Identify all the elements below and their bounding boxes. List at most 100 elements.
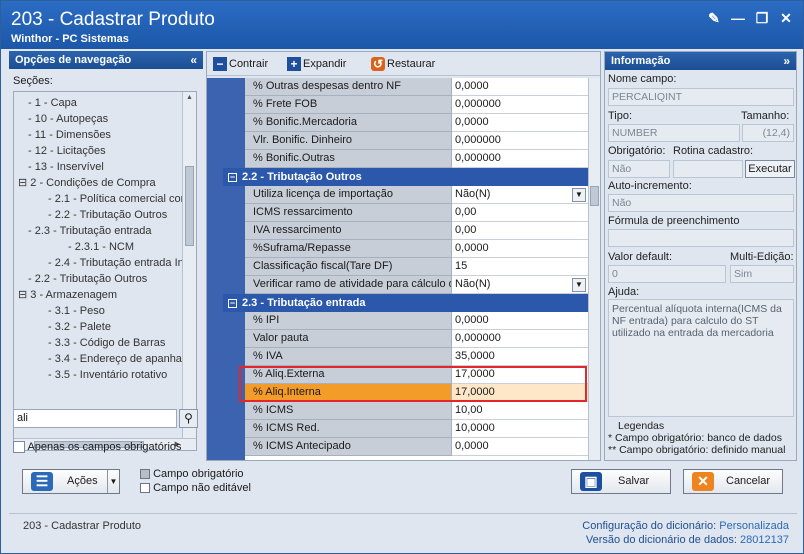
grid-row-value[interactable]: 0,0000 [452, 114, 588, 132]
tree-item[interactable]: - 11 - Dimensões [28, 128, 111, 143]
cancel-button[interactable]: ✕ Cancelar [683, 469, 783, 494]
tree-item[interactable]: - 2.2 - Tributação Outros [28, 272, 147, 287]
tree-item[interactable]: - 3.1 - Peso [48, 304, 105, 319]
collapse-panel-icon[interactable]: « [190, 51, 197, 69]
grid-row-label: % IVA [245, 348, 452, 366]
grid-row-value[interactable]: 0,0000 [452, 438, 588, 456]
grid-row-value[interactable]: 0,000000 [452, 150, 588, 168]
grid-row-value[interactable]: 15 [452, 258, 588, 276]
tree-item[interactable]: - 2.4 - Tributação entrada In [48, 256, 184, 271]
grid-row-label: %Suframa/Repasse [245, 240, 452, 258]
dropdown-arrow-icon[interactable]: ▼ [572, 278, 586, 292]
grid-row-value[interactable]: Não(N) [452, 276, 588, 294]
tree-item[interactable]: ⊟ 2 - Condições de Compra [18, 176, 156, 191]
grid-row-label: % IPI [245, 312, 452, 330]
tree-item[interactable]: - 3.5 - Inventário rotativo [48, 368, 167, 383]
grid-row-label: Valor pauta [245, 330, 452, 348]
tree-vertical-scrollbar[interactable]: ▲ ▼ [182, 92, 196, 438]
grid-row[interactable]: Valor pauta 0,000000 [245, 330, 588, 348]
grid-row[interactable]: Verificar ramo de atividade para cálculo… [245, 276, 588, 294]
grid-row[interactable]: % Aliq.Interna 17,0000 [245, 384, 588, 402]
grid-row[interactable]: % ICMS Red. 10,0000 [245, 420, 588, 438]
grid-row-value[interactable]: 0,0000 [452, 78, 588, 96]
only-required-checkbox[interactable] [13, 441, 25, 454]
tree-item[interactable]: - 2.1 - Política comercial comp [48, 192, 184, 207]
minus-icon: − [213, 57, 227, 72]
sections-label: Seções: [13, 75, 53, 87]
restore-button[interactable]: ↺ Restaurar [371, 56, 435, 73]
grid-section-header[interactable]: −2.2 - Tributação Outros [223, 168, 588, 186]
execute-button[interactable]: Executar [745, 160, 795, 178]
grid-row[interactable]: % Bonific.Outras 0,000000 [245, 150, 588, 168]
actions-dropdown-icon[interactable]: ▼ [107, 470, 119, 493]
tree-item[interactable]: - 12 - Licitações [28, 144, 106, 159]
grid-row[interactable]: Vlr. Bonific. Dinheiro 0,000000 [245, 132, 588, 150]
tree-item[interactable]: - 1 - Capa [28, 96, 77, 111]
properties-grid: % Outras despesas dentro NF 0,0000% Frete… [207, 78, 588, 460]
grid-toolbar: − Contrair + Expandir ↺ Restaurar [207, 52, 600, 76]
grid-row[interactable]: IVA ressarcimento 0,00 [245, 222, 588, 240]
tree-item[interactable]: - 2.3 - Tributação entrada [28, 224, 152, 239]
only-required-toggle[interactable]: Apenas os campos obrigatórios [13, 441, 182, 454]
collapse-section-icon[interactable]: − [228, 172, 237, 182]
grid-row-value[interactable]: 10,0000 [452, 420, 588, 438]
readonly-swatch [140, 483, 150, 494]
help-text: Percentual alíquota interna(ICMS da NF e… [608, 299, 794, 417]
grid-row-value[interactable]: 10,00 [452, 402, 588, 420]
tree-item[interactable]: - 13 - Inservível [28, 160, 104, 175]
maximize-button[interactable]: ❐ [753, 9, 771, 27]
minimize-button[interactable]: — [729, 9, 747, 27]
save-button[interactable]: ▣ Salvar [571, 469, 671, 494]
expand-button[interactable]: + Expandir [287, 56, 346, 73]
actions-button[interactable]: ☰ Ações ▼ [22, 469, 120, 494]
grid-row[interactable]: % Bonific.Mercadoria 0,0000 [245, 114, 588, 132]
legend-manual-required: ** Campo obrigatório: definido manual [608, 444, 786, 456]
search-icon[interactable]: ⚲ [179, 409, 198, 428]
grid-row-label: Classificação fiscal(Tare DF) [245, 258, 452, 276]
dropdown-arrow-icon[interactable]: ▼ [572, 188, 586, 202]
grid-row-value[interactable]: 17,0000 [452, 384, 588, 402]
grid-row[interactable]: % IPI 0,0000 [245, 312, 588, 330]
grid-row[interactable]: % ICMS Antecipado 0,0000 [245, 438, 588, 456]
grid-vertical-scrollbar[interactable] [588, 78, 600, 460]
close-button[interactable]: ✕ [777, 9, 795, 27]
edit-icon[interactable]: ✎ [705, 9, 723, 27]
tree-item[interactable]: - 2.2 - Tributação Outros [48, 208, 167, 223]
tree-item[interactable]: - 3.2 - Palete [48, 320, 111, 335]
grid-row-value[interactable]: 0,00 [452, 204, 588, 222]
collapse-button[interactable]: − Contrair [213, 56, 268, 73]
grid-row[interactable]: % Frete FOB 0,000000 [245, 96, 588, 114]
tree-item[interactable]: - 10 - Autopeças [28, 112, 108, 127]
navigation-header: Opções de navegação « [9, 51, 203, 69]
grid-section-header[interactable]: −2.3 - Tributação entrada [223, 294, 588, 312]
grid-row[interactable]: % Outras despesas dentro NF 0,0000 [245, 78, 588, 96]
window-subtitle: Winthor - PC Sistemas [11, 33, 129, 45]
expand-panel-icon[interactable]: » [783, 52, 790, 70]
grid-row[interactable]: %Suframa/Repasse 0,0000 [245, 240, 588, 258]
grid-row[interactable]: Utiliza licença de importação Não(N) ▼ [245, 186, 588, 204]
properties-panel: − Contrair + Expandir ↺ Restaurar % Outras … [206, 51, 601, 461]
grid-row-value[interactable]: 0,000000 [452, 132, 588, 150]
grid-row-value[interactable]: 0,0000 [452, 240, 588, 258]
grid-row-value[interactable]: 0,000000 [452, 96, 588, 114]
grid-row-value[interactable]: 0,0000 [452, 312, 588, 330]
tree-item[interactable]: - 2.3.1 - NCM [68, 240, 134, 255]
grid-row-value[interactable]: 35,0000 [452, 348, 588, 366]
tree-item[interactable]: ⊟ 3 - Armazenagem [18, 288, 117, 303]
tree-item[interactable]: - 3.3 - Código de Barras [48, 336, 165, 351]
actions-icon: ☰ [31, 472, 53, 491]
grid-row-value[interactable]: 0,00 [452, 222, 588, 240]
tree-item[interactable]: - 3.4 - Endereço de apanha [48, 352, 182, 367]
collapse-section-icon[interactable]: − [228, 298, 237, 308]
dictionary-version: Versão do dicionário de dados: 28012137 [585, 534, 789, 546]
grid-row[interactable]: % IVA 35,0000 [245, 348, 588, 366]
grid-row[interactable]: % Aliq.Externa 17,0000 [245, 366, 588, 384]
grid-row[interactable]: Classificação fiscal(Tare DF) 15 [245, 258, 588, 276]
section-title: 2.2 - Tributação Outros [242, 171, 362, 183]
grid-row[interactable]: ICMS ressarcimento 0,00 [245, 204, 588, 222]
grid-row-value[interactable]: 17,0000 [452, 366, 588, 384]
grid-row-value[interactable]: Não(N) [452, 186, 588, 204]
grid-row[interactable]: % ICMS 10,00 [245, 402, 588, 420]
grid-row-value[interactable]: 0,000000 [452, 330, 588, 348]
section-search-input[interactable]: ali [13, 409, 177, 428]
